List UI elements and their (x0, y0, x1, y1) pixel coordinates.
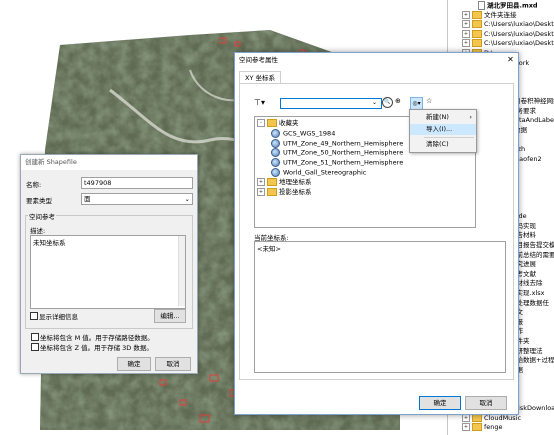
z-values-checkbox[interactable] (31, 343, 39, 351)
ok-button[interactable]: 确定 (117, 357, 151, 371)
coordinate-system-item-label: UTM_Zone_51_Northern_Hemisphere (283, 158, 404, 167)
coordinate-system-item-label: 地理坐标系 (279, 177, 312, 186)
globe-icon (271, 138, 280, 148)
expand-icon[interactable]: + (257, 177, 265, 186)
create-shapefile-dialog: 创建新 Shapefile 名称: t497908 要素类型 面 ⌄ 空间参考 … (20, 154, 198, 374)
folder-icon (472, 10, 482, 19)
folder-icon (472, 29, 482, 38)
catalog-tree-item[interactable]: + CloudMusic (462, 413, 521, 423)
z-values-label: 坐标将包含 Z 值。用于存储 3D 数据。 (40, 344, 153, 352)
name-label: 名称: (26, 181, 42, 189)
description-label: 描述: (30, 227, 46, 235)
scrollbar[interactable] (178, 236, 185, 306)
spatial-reference-dialog: 空间参考属性 ✕ XY 坐标系 ⊤▾ ⌄ 🔍 ⊕ ◎▾ ☆ - 收藏夹 GCS_WG… (234, 52, 519, 415)
favorites-folder-icon (267, 119, 277, 127)
current-coordinate-system-box[interactable]: <未知> (254, 241, 506, 373)
coordinate-system-item[interactable]: UTM_Zone_51_Northern_Hemisphere (271, 158, 403, 168)
cancel-button[interactable]: 取消 (465, 396, 507, 410)
catalog-tree-item-label: C:\Users\luxiao\Deskt (484, 39, 554, 48)
edit-button[interactable]: 编辑... (154, 309, 186, 323)
search-input[interactable] (280, 98, 382, 109)
catalog-tree-item-label: 湖北罗田县.mxd (487, 1, 538, 10)
m-values-checkbox[interactable] (31, 333, 39, 341)
m-values-label: 坐标将包含 M 值。用于存储路径数据。 (40, 334, 154, 342)
collapse-icon[interactable]: - (257, 119, 265, 127)
coordinate-system-item-label: 投影坐标系 (279, 187, 312, 196)
catalog-tree-item[interactable]: + C:\Users\luxiao\Deskt (462, 39, 554, 48)
catalog-tree-item-label: C:\Users\luxiao\Deskt (484, 20, 554, 29)
file-icon (478, 1, 485, 10)
globe-tools-icon[interactable]: ⊕ (395, 97, 405, 107)
add-coordinate-system-menu: 新建(N) › 导入(I)... 清除(C) (409, 109, 477, 153)
expand-icon[interactable]: + (462, 29, 470, 38)
expand-icon[interactable]: + (462, 10, 470, 19)
coordinate-system-item[interactable]: - 收藏夹 (257, 119, 299, 128)
expand-icon[interactable]: + (462, 20, 470, 29)
show-details-checkbox[interactable] (30, 312, 38, 320)
description-text: 未知坐标系 (33, 239, 66, 247)
add-favorite-icon[interactable]: ☆ (426, 97, 435, 107)
coordinate-system-item[interactable]: GCS_WGS_1984 (271, 128, 336, 139)
dialog-title: 空间参考属性 (235, 53, 518, 67)
coordinate-system-item[interactable]: + 地理坐标系 (257, 177, 312, 187)
menu-divider (424, 137, 474, 138)
coordinate-system-item[interactable]: UTM_Zone_49_Northern_Hemisphere (271, 138, 404, 149)
coordinate-system-item-label: UTM_Zone_50_Northern_Hemisphere (283, 148, 404, 157)
folder-icon (267, 177, 277, 186)
catalog-tree-item-label: 文件夹连接 (484, 10, 517, 19)
chevron-down-icon: ⌄ (184, 195, 190, 203)
menu-item-clear[interactable]: 清除(C) (410, 139, 476, 150)
show-details-label: 显示详细信息 (39, 313, 78, 321)
feature-type-value: 面 (84, 195, 91, 203)
menu-item-new[interactable]: 新建(N) › (410, 112, 476, 123)
coordinate-system-item[interactable]: + 投影坐标系 (257, 187, 312, 197)
coordinate-system-item[interactable]: UTM_Zone_50_Northern_Hemisphere (271, 148, 403, 158)
folder-icon (472, 20, 482, 29)
menu-item-label: 新建(N) (426, 113, 449, 121)
globe-icon (271, 168, 280, 177)
close-icon[interactable]: ✕ (506, 55, 515, 64)
menu-item-import[interactable]: 导入(I)... (410, 124, 476, 135)
catalog-tree-item[interactable]: + C:\Users\luxiao\Deskt (462, 29, 554, 39)
coordinate-system-item-label: GCS_WGS_1984 (283, 129, 336, 138)
folder-icon (267, 187, 277, 196)
description-box[interactable]: 未知坐标系 (30, 235, 186, 309)
catalog-tree-item-label: C:\Users\luxiao\Deskt (484, 29, 554, 38)
search-icon[interactable]: 🔍 (382, 97, 393, 108)
expand-icon[interactable]: + (462, 423, 470, 432)
coordinate-system-item-label: World_Gall_Stereographic (283, 168, 367, 177)
catalog-tree-item[interactable]: 湖北罗田县.mxd (478, 1, 538, 10)
ok-button[interactable]: 确定 (419, 396, 461, 410)
filter-icon[interactable]: ⊤▾ (254, 98, 270, 108)
folder-icon (472, 39, 482, 48)
feature-type-label: 要素类型 (26, 197, 52, 205)
chevron-right-icon: › (469, 113, 472, 121)
current-coordinate-system-value: <未知> (257, 245, 281, 253)
catalog-tree-item[interactable]: + 文件夹连接 (462, 10, 517, 20)
folder-icon (472, 423, 482, 432)
coordinate-system-item-label: 收藏夹 (279, 119, 299, 127)
name-field[interactable]: t497908 (81, 177, 193, 189)
cancel-button[interactable]: 取消 (155, 357, 191, 371)
group-title: 空间参考 (28, 211, 56, 221)
catalog-tree-item-label: fenge (484, 423, 503, 432)
expand-icon[interactable]: + (462, 39, 470, 48)
coordinate-system-item-label: UTM_Zone_49_Northern_Hemisphere (283, 139, 404, 148)
catalog-tree-item[interactable]: + C:\Users\luxiao\Deskt (462, 20, 554, 29)
catalog-tree-item[interactable]: + fenge (462, 423, 503, 432)
globe-icon (271, 148, 280, 158)
menu-item-label: 清除(C) (426, 140, 449, 148)
menu-item-label: 导入(I)... (426, 125, 453, 133)
globe-icon (271, 128, 280, 138)
spatial-reference-group: 空间参考 描述: 未知坐标系 显示详细信息 编辑... (25, 211, 193, 329)
feature-type-select[interactable]: 面 ⌄ (81, 193, 193, 205)
dialog-title: 创建新 Shapefile (21, 155, 197, 170)
coordinate-system-item[interactable]: World_Gall_Stereographic (271, 168, 366, 178)
globe-icon (271, 158, 280, 168)
chevron-down-icon[interactable]: ⌄ (372, 99, 377, 106)
expand-icon[interactable]: + (257, 187, 265, 196)
